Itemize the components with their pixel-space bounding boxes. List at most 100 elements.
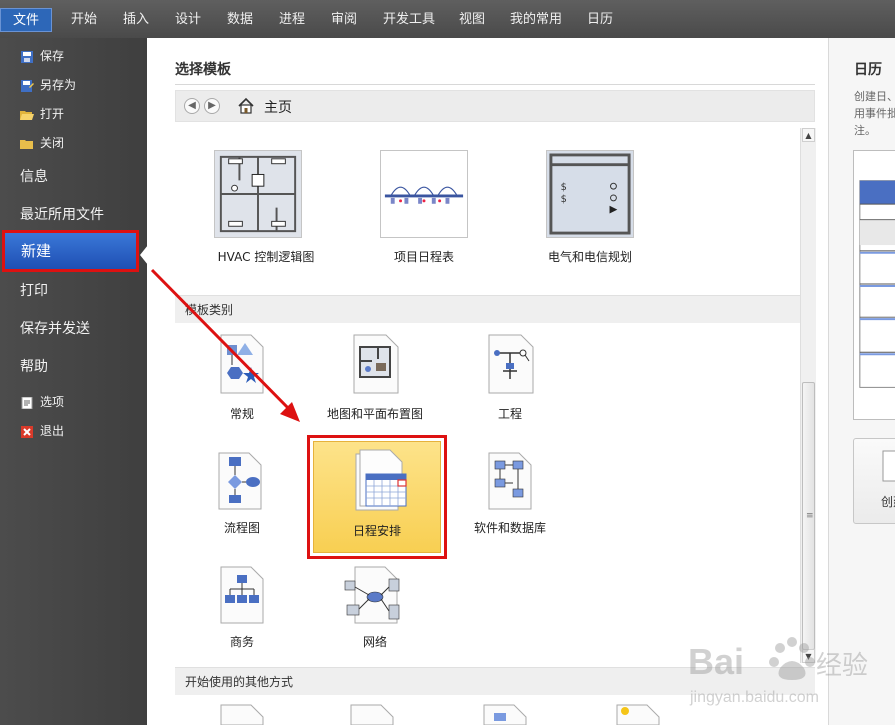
baidu-watermark: Bai 经验 jingyan.baidu.com [688, 637, 868, 706]
folder-open-icon [20, 110, 34, 120]
network-icon [344, 566, 400, 624]
tab-design[interactable]: 设计 [164, 8, 212, 32]
back-icon[interactable]: ◀ [184, 98, 200, 114]
template-electrical-label: 电气和电信规划 [547, 250, 632, 264]
category-maps-label: 地图和平面布置图 [326, 407, 423, 421]
category-general[interactable]: 常规 [182, 331, 302, 427]
tab-developer[interactable]: 开发工具 [372, 8, 446, 32]
grip-icon: ≡ [806, 511, 814, 521]
tab-process[interactable]: 进程 [268, 8, 316, 32]
category-network[interactable]: 网络 [315, 559, 435, 659]
nav-close[interactable]: 关闭 [20, 132, 64, 154]
nav-save-as-label: 另存为 [40, 78, 77, 92]
category-schedule-selected[interactable]: 日程安排 [307, 435, 447, 559]
nav-options-label: 选项 [40, 395, 65, 409]
hvac-thumbnail-icon [214, 150, 302, 238]
tab-review[interactable]: 审阅 [320, 8, 368, 32]
template-project-schedule[interactable]: 项目日程表 [364, 150, 484, 270]
category-network-label: 网络 [362, 635, 387, 649]
nav-save[interactable]: 保存 [20, 45, 64, 67]
category-business[interactable]: 商务 [182, 559, 302, 659]
preview-thumbnail-icon [853, 150, 895, 420]
selected-tile-background: 日程安排 [313, 441, 441, 553]
preview-description: 创建日、使用事件批注。 [854, 90, 895, 137]
nav-open[interactable]: 打开 [20, 103, 64, 125]
nav-save-send[interactable]: 保存并发送 [20, 315, 90, 343]
nav-new-label: 新建 [21, 242, 52, 260]
nav-help[interactable]: 帮助 [20, 353, 48, 381]
category-flowchart-label: 流程图 [223, 521, 260, 535]
nav-options[interactable]: 选项 [20, 391, 64, 413]
save-as-icon [21, 79, 34, 92]
options-icon [21, 396, 33, 409]
category-software-db-label: 软件和数据库 [473, 521, 546, 535]
tab-insert[interactable]: 插入 [112, 8, 160, 32]
exit-icon [21, 425, 33, 438]
page-title: 选择模板 [175, 62, 231, 78]
software-database-icon [488, 452, 532, 510]
home-icon[interactable] [237, 97, 255, 115]
breadcrumb-home[interactable]: 主页 [264, 97, 292, 117]
watermark-url: jingyan.baidu.com [689, 689, 819, 706]
forward-icon[interactable]: ▶ [204, 98, 220, 114]
folder-icon [20, 139, 33, 149]
category-software-db[interactable]: 软件和数据库 [450, 445, 570, 545]
nav-save-label: 保存 [40, 49, 65, 63]
scroll-thumb[interactable]: ≡ [802, 382, 815, 650]
office-online-icon[interactable] [613, 703, 663, 725]
general-icon [220, 334, 264, 394]
flowchart-icon [218, 452, 262, 510]
create-button[interactable]: 创建 [853, 438, 895, 524]
business-icon [220, 566, 264, 624]
category-business-label: 商务 [229, 635, 254, 649]
template-hvac[interactable]: HVAC 控制逻辑图 [206, 150, 326, 270]
nav-info[interactable]: 信息 [20, 163, 48, 191]
svg-text:$: $ [561, 182, 567, 193]
tab-my-common[interactable]: 我的常用 [504, 8, 568, 32]
save-icon [21, 50, 33, 63]
category-engineering[interactable]: 工程 [450, 331, 570, 427]
category-section-header: 模板类别 [175, 295, 815, 323]
tab-data[interactable]: 数据 [216, 8, 264, 32]
category-engineering-label: 工程 [497, 407, 522, 421]
nav-exit-label: 退出 [40, 424, 65, 438]
nav-save-as[interactable]: 另存为 [20, 74, 76, 96]
map-floorplan-icon [353, 334, 399, 394]
title-divider [175, 84, 815, 85]
template-electrical[interactable]: $ $ 电气和电信规划 [530, 150, 650, 270]
new-document-icon [882, 450, 895, 482]
nav-close-label: 关闭 [40, 136, 65, 150]
svg-text:$: $ [561, 194, 567, 205]
watermark-brand-cn: 经验 [816, 651, 868, 681]
nav-print[interactable]: 打印 [20, 277, 48, 305]
preview-title: 日历 [854, 62, 882, 78]
sample-diagram-icon[interactable] [347, 703, 397, 725]
blank-drawing-icon[interactable] [217, 703, 267, 725]
nav-new-selected[interactable]: 新建 [2, 230, 139, 272]
scroll-up-icon[interactable]: ▲ [802, 128, 815, 142]
tab-calendar[interactable]: 日历 [576, 8, 624, 32]
project-schedule-thumbnail-icon [380, 150, 468, 238]
tab-file[interactable]: 文件 [0, 8, 52, 32]
nav-exit[interactable]: 退出 [20, 420, 64, 442]
template-hvac-label: HVAC 控制逻辑图 [217, 250, 315, 264]
ribbon-tab-bar: 文件 开始 插入 设计 数据 进程 审阅 开发工具 视图 我的常用 日历 [0, 0, 895, 38]
template-project-schedule-label: 项目日程表 [393, 250, 454, 264]
calendar-icon [355, 449, 407, 511]
tab-view[interactable]: 视图 [448, 8, 496, 32]
watermark-brand: Bai [688, 641, 744, 682]
existing-file-icon[interactable] [480, 703, 530, 725]
backstage-nav: 保存 另存为 打开 关闭 信息 最近所用文件 新建 打印 保存并发送 帮助 选项… [0, 38, 148, 725]
engineering-icon [488, 334, 534, 394]
breadcrumb: ◀ ▶ 主页 [175, 90, 815, 122]
category-maps[interactable]: 地图和平面布置图 [315, 331, 435, 427]
nav-recent[interactable]: 最近所用文件 [20, 201, 104, 229]
category-general-label: 常规 [229, 407, 254, 421]
template-scrollbar[interactable]: ▲ ≡ ▼ [800, 128, 816, 663]
tab-home[interactable]: 开始 [60, 8, 108, 32]
create-button-label: 创建 [881, 495, 895, 509]
category-flowchart[interactable]: 流程图 [182, 445, 302, 545]
nav-open-label: 打开 [40, 107, 65, 121]
category-schedule-label: 日程安排 [352, 524, 401, 538]
electrical-thumbnail-icon: $ $ [546, 150, 634, 238]
